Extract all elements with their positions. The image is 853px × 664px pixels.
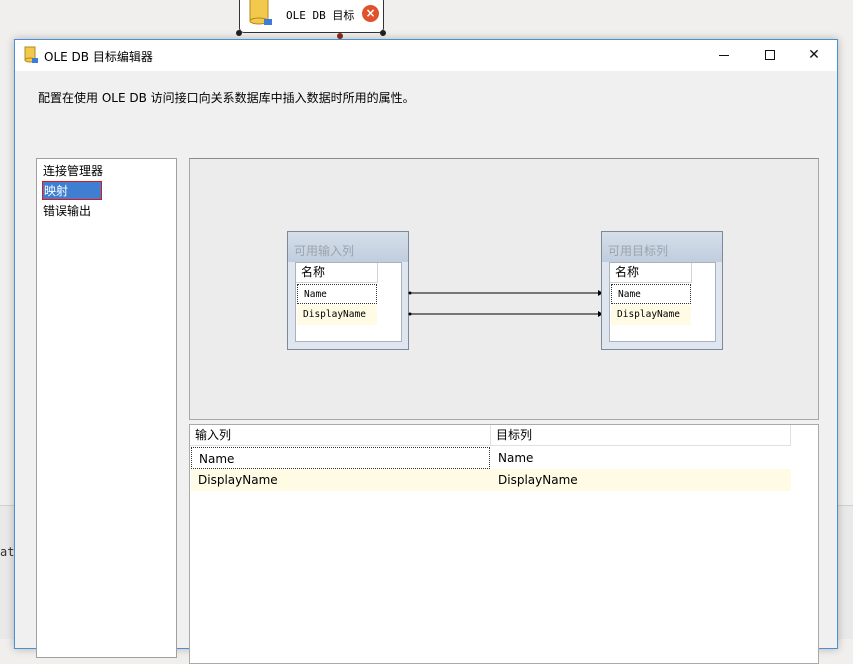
close-button[interactable]: ✕ xyxy=(791,40,837,71)
column-list: 名称 Name DisplayName xyxy=(609,262,716,342)
nav-item-mappings[interactable]: 映射 xyxy=(42,181,102,200)
table-title: 可用输入列 xyxy=(294,244,355,258)
node-label: OLE DB 目标 xyxy=(286,9,355,22)
table-row[interactable]: DisplayName DisplayName xyxy=(191,469,791,491)
connector-dot xyxy=(236,30,242,36)
grid-cell-input[interactable]: Name xyxy=(191,447,490,469)
destination-column-displayname[interactable]: DisplayName xyxy=(611,305,691,325)
dialog-description: 配置在使用 OLE DB 访问接口向关系数据库中插入数据时所用的属性。 xyxy=(38,91,415,105)
ole-db-destination-node[interactable]: OLE DB 目标 × xyxy=(239,0,384,33)
dialog-title: OLE DB 目标编辑器 xyxy=(44,50,153,64)
mapping-lines xyxy=(408,290,603,317)
connector-dot xyxy=(380,30,386,36)
database-icon xyxy=(246,0,276,30)
available-destination-columns-table[interactable]: 可用目标列 名称 Name DisplayName xyxy=(601,231,723,350)
column-list: 名称 Name DisplayName xyxy=(295,262,402,342)
column-header: 名称 xyxy=(610,263,692,283)
mapping-grid: 输入列 目标列 Name Name DisplayName DisplayNam… xyxy=(189,424,819,664)
maximize-icon xyxy=(765,50,775,60)
nav-item-connection-manager[interactable]: 连接管理器 xyxy=(43,162,103,179)
grid-cell-input[interactable]: DisplayName xyxy=(191,469,491,491)
destination-column-name[interactable]: Name xyxy=(611,284,691,304)
database-icon xyxy=(23,46,39,67)
maximize-button[interactable] xyxy=(747,40,793,71)
background-text: at xyxy=(0,545,15,559)
input-column-name[interactable]: Name xyxy=(297,284,377,304)
available-input-columns-table[interactable]: 可用输入列 名称 Name DisplayName xyxy=(287,231,409,350)
grid-cell-destination[interactable]: Name xyxy=(491,447,790,469)
navigation-list: 连接管理器 映射 错误输出 xyxy=(36,158,177,658)
mapping-canvas[interactable]: 可用输入列 名称 Name DisplayName 可用目标列 名称 Name … xyxy=(189,158,819,420)
input-column-displayname[interactable]: DisplayName xyxy=(297,305,377,325)
title-bar[interactable]: OLE DB 目标编辑器 ✕ xyxy=(15,40,837,71)
close-icon: ✕ xyxy=(808,47,820,63)
nav-item-error-output[interactable]: 错误输出 xyxy=(43,202,91,219)
column-header: 名称 xyxy=(296,263,378,283)
minimize-icon xyxy=(719,54,729,56)
grid-cell-destination[interactable]: DisplayName xyxy=(491,469,790,491)
minimize-button[interactable] xyxy=(701,40,747,71)
ole-db-destination-editor-dialog: OLE DB 目标编辑器 ✕ 配置在使用 OLE DB 访问接口向关系数据库中插… xyxy=(14,39,838,664)
grid-header-input-column[interactable]: 输入列 xyxy=(190,425,491,446)
grid-header-destination-column[interactable]: 目标列 xyxy=(491,425,791,446)
table-title: 可用目标列 xyxy=(608,244,669,258)
error-x-icon: × xyxy=(362,5,379,22)
